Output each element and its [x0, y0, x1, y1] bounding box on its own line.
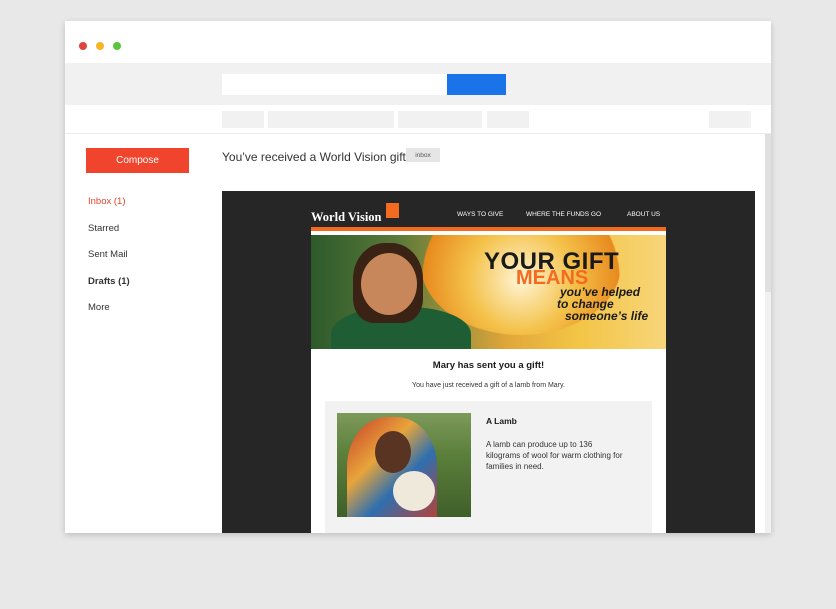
search-button[interactable]	[447, 74, 506, 95]
message-subject: You’ve received a World Vision gift	[222, 150, 406, 164]
email-content: World Vision WAYS TO GIVE WHERE THE FUND…	[311, 191, 666, 533]
nav-where-funds-go[interactable]: WHERE THE FUNDS GO	[526, 211, 601, 218]
search-bar	[65, 63, 771, 105]
maximize-window-icon[interactable]	[113, 42, 121, 50]
toolbar-button-6[interactable]	[487, 111, 529, 128]
toolbar-button-3[interactable]	[310, 111, 394, 128]
sidebar-item-sent-mail[interactable]: Sent Mail	[88, 249, 128, 260]
gift-title: A Lamb	[486, 416, 517, 426]
nav-about-us[interactable]: ABOUT US	[627, 211, 660, 218]
sidebar-item-starred[interactable]: Starred	[88, 223, 119, 234]
toolbar-button-2[interactable]	[268, 111, 310, 128]
email-body-frame: World Vision WAYS TO GIVE WHERE THE FUND…	[222, 191, 755, 533]
minimize-window-icon[interactable]	[96, 42, 104, 50]
girl-face-shape	[361, 253, 417, 315]
toolbar	[65, 105, 771, 134]
lamb-photo	[337, 413, 471, 517]
sidebar-item-inbox[interactable]: Inbox (1)	[88, 196, 126, 207]
scrollbar[interactable]	[765, 134, 771, 533]
gift-heading: Mary has sent you a gift!	[432, 360, 545, 371]
toolbar-button-5[interactable]	[440, 111, 482, 128]
inbox-label-badge[interactable]: inbox	[406, 148, 440, 162]
gift-text: You have just received a gift of a lamb …	[412, 382, 565, 389]
search-input[interactable]	[222, 74, 447, 95]
lamb-shape	[393, 471, 435, 511]
sidebar: Compose Inbox (1) Starred Sent Mail Draf…	[65, 134, 205, 533]
gift-description: A lamb can produce up to 136 kilograms o…	[486, 440, 623, 471]
nav-ways-to-give[interactable]: WAYS TO GIVE	[457, 211, 503, 218]
compose-button[interactable]: Compose	[86, 148, 189, 173]
logo-mark-icon	[386, 203, 399, 218]
toolbar-button-1[interactable]	[222, 111, 264, 128]
close-window-icon[interactable]	[79, 42, 87, 50]
world-vision-logo[interactable]: World Vision	[311, 210, 382, 225]
boy-face-shape	[375, 431, 411, 473]
hero-subtitle-3: someone’s life	[565, 309, 649, 323]
browser-window: Compose Inbox (1) Starred Sent Mail Draf…	[65, 21, 771, 533]
message-view: You’ve received a World Vision gift inbo…	[205, 134, 771, 533]
email-header: World Vision WAYS TO GIVE WHERE THE FUND…	[311, 191, 666, 231]
toolbar-button-settings[interactable]	[709, 111, 751, 128]
sidebar-item-more[interactable]: More	[88, 302, 110, 313]
scrollbar-thumb[interactable]	[765, 134, 771, 292]
gift-card: A Lamb A lamb can produce up to 136 kilo…	[325, 401, 652, 533]
sidebar-item-drafts[interactable]: Drafts (1)	[88, 276, 130, 287]
hero-banner: YOUR GIFT MEANS you’ve helped to change …	[311, 235, 666, 349]
toolbar-button-4[interactable]	[398, 111, 440, 128]
window-titlebar	[65, 21, 771, 63]
